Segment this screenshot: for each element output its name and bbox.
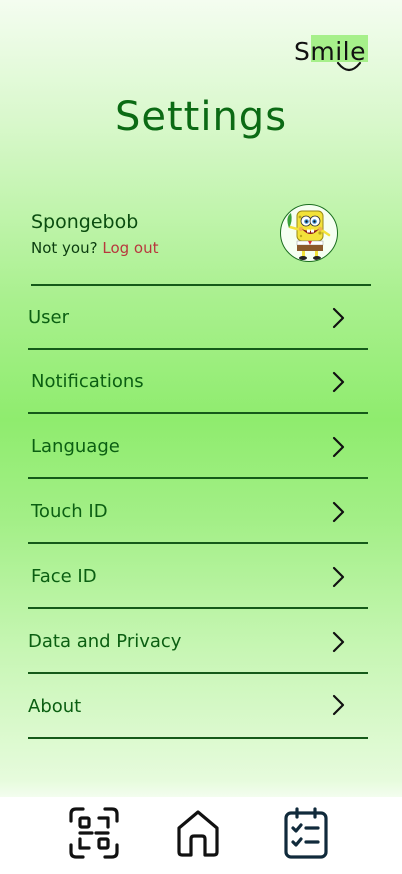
qr-scan-icon xyxy=(69,807,119,859)
not-you-text: Not you? xyxy=(31,239,98,257)
menu-divider xyxy=(28,607,368,609)
smile-icon xyxy=(336,61,362,72)
chevron-right-icon xyxy=(332,694,345,716)
logout-link[interactable]: Log out xyxy=(102,239,158,257)
chevron-right-icon xyxy=(332,436,345,458)
menu-item-label: Language xyxy=(31,436,120,457)
menu-item-label: Notifications xyxy=(31,371,144,392)
profile-name: Spongebob xyxy=(31,211,139,233)
avatar[interactable] xyxy=(280,204,338,262)
menu-item-language[interactable]: Language xyxy=(28,415,368,479)
chevron-right-icon xyxy=(332,371,345,393)
menu-item-label: User xyxy=(28,307,70,328)
chevron-right-icon xyxy=(332,501,345,523)
menu-divider xyxy=(28,477,368,479)
page-title: Settings xyxy=(114,94,288,140)
chevron-right-icon xyxy=(332,566,345,588)
menu-item-face-id[interactable]: Face ID xyxy=(28,545,368,609)
spongebob-avatar-icon xyxy=(287,210,331,260)
menu-item-about[interactable]: About xyxy=(28,675,368,739)
menu-item-notifications[interactable]: Notifications xyxy=(28,350,368,414)
tab-home[interactable] xyxy=(174,806,226,860)
menu-item-label: Touch ID xyxy=(31,501,108,522)
chevron-right-icon xyxy=(332,631,345,653)
tab-tasks[interactable] xyxy=(282,806,334,860)
checklist-icon xyxy=(284,807,328,859)
chevron-right-icon xyxy=(332,307,345,329)
menu-item-touch-id[interactable]: Touch ID xyxy=(28,480,368,544)
menu-divider xyxy=(28,412,368,414)
menu-divider xyxy=(28,737,368,739)
home-icon xyxy=(177,810,219,857)
menu-item-label: About xyxy=(28,696,82,717)
tab-scan[interactable] xyxy=(68,806,120,860)
menu-item-data-and-privacy[interactable]: Data and Privacy xyxy=(28,610,368,674)
menu-divider xyxy=(28,542,368,544)
menu-item-label: Face ID xyxy=(31,566,97,587)
menu-divider xyxy=(28,672,368,674)
app-logo: Smile xyxy=(292,35,370,77)
menu-item-user[interactable]: User xyxy=(28,286,368,350)
profile-subline: Not you? Log out xyxy=(31,238,159,258)
bottom-tab-bar xyxy=(0,797,402,874)
menu-item-label: Data and Privacy xyxy=(28,631,182,652)
